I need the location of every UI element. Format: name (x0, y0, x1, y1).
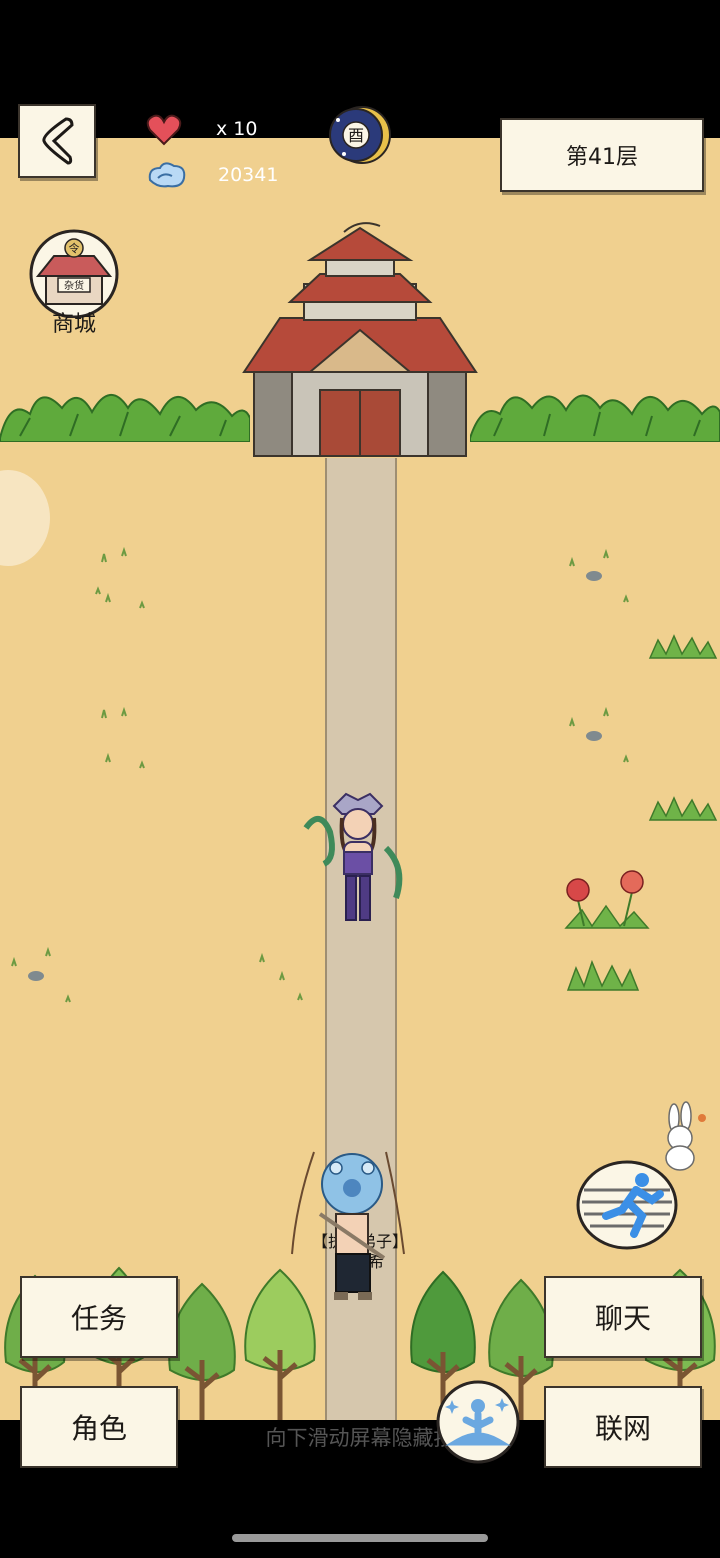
floor-indicator: 第41层 (500, 118, 704, 192)
shop-label: 商城 (51, 312, 96, 337)
temple-building[interactable] (240, 222, 480, 458)
tasks-button[interactable]: 任务 (20, 1276, 178, 1358)
shop-sign-text: 杂货 (64, 279, 84, 292)
shop-icon: 令 杂货 (29, 229, 119, 319)
grass-tuft (101, 706, 145, 769)
rock-tuft (569, 706, 629, 763)
grass-patch (566, 959, 640, 991)
grass-patch (648, 796, 718, 821)
female-warrior-character[interactable] (300, 788, 416, 938)
spirit-cloud-icon (148, 162, 186, 188)
rock-tuft (569, 548, 629, 603)
chat-button[interactable]: 聊天 (544, 1276, 702, 1358)
grass-patch (648, 634, 718, 659)
side-edge-button[interactable] (0, 470, 50, 566)
meditation-icon (436, 1380, 520, 1464)
shop-button[interactable]: 令 杂货 商城 (24, 228, 124, 340)
back-arrow-icon (42, 117, 74, 165)
hedge-right (470, 394, 720, 442)
time-glyph: 酉 (348, 126, 364, 145)
floor-label: 第41层 (566, 145, 638, 170)
running-man-icon (576, 1160, 678, 1250)
run-button[interactable] (576, 1160, 678, 1250)
hedge-left (0, 394, 250, 442)
tree (244, 1268, 316, 1420)
moon-clock-icon: 酉 (329, 106, 391, 164)
meditate-button[interactable] (436, 1380, 520, 1464)
back-button[interactable] (18, 104, 96, 178)
rock-tuft (11, 946, 71, 1003)
grass-tuft (95, 546, 145, 609)
time-of-day-indicator[interactable]: 酉 (328, 104, 392, 166)
grass-tuft (259, 952, 303, 1001)
swipe-hint: 向下滑动屏幕隐藏按 (265, 1426, 455, 1450)
red-flowers (564, 870, 650, 929)
lives-count: x 10 (216, 118, 258, 140)
game-map[interactable]: 令 杂货 商城 【执剑弟子】 陈冠希 (0, 138, 720, 1420)
currency-amount: 20341 (218, 164, 279, 186)
heart-icon (146, 114, 182, 146)
shop-token-text: 令 (69, 241, 80, 255)
home-indicator[interactable] (232, 1534, 488, 1542)
